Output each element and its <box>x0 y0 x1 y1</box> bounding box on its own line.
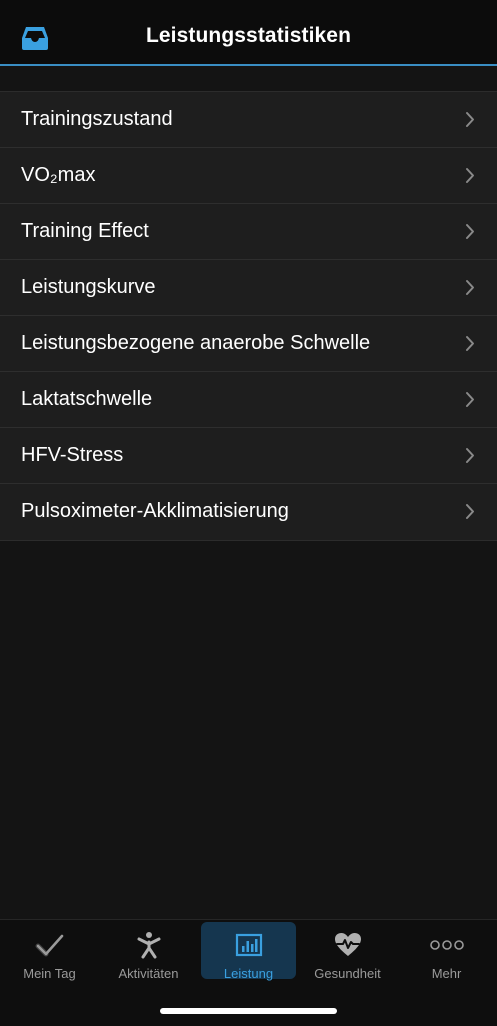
tab-leistung[interactable]: Leistung <box>201 922 296 981</box>
tab-aktivitaeten[interactable]: Aktivitäten <box>101 922 196 981</box>
app-header: Leistungsstatistiken <box>0 0 497 66</box>
list-item-label: Training Effect <box>21 220 149 242</box>
tab-label: Mein Tag <box>23 966 76 981</box>
chevron-right-icon <box>466 168 474 183</box>
list-item-leistungskurve[interactable]: Leistungskurve <box>0 260 497 316</box>
list-item-label: Pulsoximeter-Akklimatisierung <box>21 500 289 522</box>
bar-chart-icon <box>235 933 262 957</box>
home-indicator[interactable] <box>160 1008 337 1014</box>
list-item-label: Leistungsbezogene anaerobe Schwelle <box>21 332 371 354</box>
tab-label: Mehr <box>431 966 462 981</box>
more-dots-icon <box>429 940 464 950</box>
person-icon <box>137 932 160 959</box>
tab-mein-tag[interactable]: Mein Tag <box>2 922 97 981</box>
stats-list: Trainingszustand VO₂max Training Effect … <box>0 91 497 541</box>
list-item-label: Laktatschwelle <box>21 388 153 410</box>
chevron-right-icon <box>466 112 474 127</box>
list-item-label: Trainingszustand <box>21 108 173 130</box>
tab-label: Aktivitäten <box>118 966 179 981</box>
list-item-laktatschwelle[interactable]: Laktatschwelle <box>0 372 497 428</box>
list-item-vo2max[interactable]: VO₂max <box>0 148 497 204</box>
list-item-hfv-stress[interactable]: HFV-Stress <box>0 428 497 484</box>
heart-pulse-icon <box>334 933 361 956</box>
list-item-training-effect[interactable]: Training Effect <box>0 204 497 260</box>
tab-label: Gesundheit <box>314 966 381 981</box>
list-item-label: VO₂max <box>21 164 96 186</box>
list-item-label: Leistungskurve <box>21 276 156 298</box>
chevron-right-icon <box>466 224 474 239</box>
list-item-anaerobe-schwelle[interactable]: Leistungsbezogene anaerobe Schwelle <box>0 316 497 372</box>
tab-label: Leistung <box>223 966 274 981</box>
chevron-right-icon <box>466 448 474 463</box>
chevron-right-icon <box>466 392 474 407</box>
tab-gesundheit[interactable]: Gesundheit <box>300 922 395 981</box>
page-title: Leistungsstatistiken <box>145 24 352 47</box>
chevron-right-icon <box>466 336 474 351</box>
chevron-right-icon <box>466 280 474 295</box>
checkmark-icon <box>35 934 63 957</box>
list-item-trainingszustand[interactable]: Trainingszustand <box>0 92 497 148</box>
list-item-pulsoximeter[interactable]: Pulsoximeter-Akklimatisierung <box>0 484 497 540</box>
list-item-label: HFV-Stress <box>21 444 124 466</box>
chevron-right-icon <box>466 504 474 519</box>
tab-mehr[interactable]: Mehr <box>399 922 494 981</box>
